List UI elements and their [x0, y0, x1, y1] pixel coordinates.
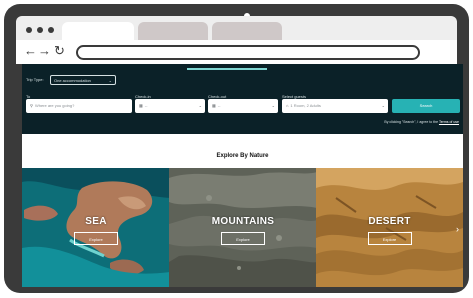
- desert-card-title: DESERT: [368, 216, 411, 227]
- window-dot[interactable]: [37, 27, 43, 33]
- window-dot[interactable]: [26, 27, 32, 33]
- destination-input[interactable]: ⚲ Where are you going?: [26, 99, 132, 113]
- search-hero: Trip Type: One accommodation ⌄ To ⚲ Where…: [22, 64, 463, 134]
- mountains-image: [169, 168, 317, 287]
- browser-navbar: ← → ↻: [16, 40, 457, 64]
- chevron-right-icon[interactable]: ›: [456, 224, 459, 234]
- sea-image: [22, 168, 170, 287]
- chevron-down-icon: ⌄: [381, 103, 385, 108]
- terms-notice: By clicking "Search", I agree to the Ter…: [384, 120, 459, 124]
- mountains-card-title: MOUNTAINS: [211, 216, 275, 227]
- guests-select[interactable]: ⌂ 1 Room, 2 Adults ⌄: [282, 99, 388, 113]
- mountains-explore-button[interactable]: Explore: [221, 232, 265, 245]
- search-button[interactable]: Search: [392, 99, 460, 113]
- checkout-value: --: [217, 103, 221, 108]
- sea-explore-button[interactable]: Explore: [74, 232, 118, 245]
- desert-card[interactable]: DESERT Explore ›: [316, 168, 463, 287]
- checkin-value: --: [144, 103, 148, 108]
- trip-type-select[interactable]: One accommodation ⌄: [50, 75, 116, 85]
- calendar-icon: ▦: [139, 103, 143, 108]
- window-dot[interactable]: [48, 27, 54, 33]
- hero-accent-line: [187, 68, 267, 70]
- trip-type-label: Trip Type:: [26, 77, 44, 82]
- desert-explore-button[interactable]: Explore: [367, 232, 412, 245]
- checkin-input[interactable]: ▦ -- ⌄: [135, 99, 205, 113]
- browser-tab[interactable]: [212, 22, 282, 40]
- chevron-down-icon: ⌄: [271, 103, 275, 108]
- sea-card[interactable]: SEA Explore: [22, 168, 170, 287]
- address-bar[interactable]: [76, 45, 420, 60]
- web-page: Trip Type: One accommodation ⌄ To ⚲ Where…: [22, 64, 463, 287]
- bed-icon: ⌂: [286, 103, 289, 108]
- reload-icon[interactable]: ↻: [54, 43, 65, 59]
- nature-cards: SEA Explore MOUNTAINS Explore DESERT Exp…: [22, 168, 463, 287]
- terms-text: By clicking "Search", I agree to the: [384, 120, 439, 124]
- browser-tab[interactable]: [138, 22, 208, 40]
- sea-card-title: SEA: [85, 216, 107, 227]
- window-controls: [26, 27, 54, 33]
- chevron-down-icon: ⌄: [198, 103, 202, 108]
- forward-arrow-icon[interactable]: →: [38, 43, 51, 59]
- explore-title: Explore By Nature: [216, 153, 269, 159]
- desert-image: [316, 168, 463, 287]
- browser-tab-active[interactable]: [62, 22, 134, 40]
- location-pin-icon: ⚲: [30, 103, 33, 108]
- checkout-input[interactable]: ▦ -- ⌄: [208, 99, 278, 113]
- terms-link[interactable]: Terms of use: [439, 120, 459, 124]
- calendar-icon: ▦: [212, 103, 216, 108]
- back-arrow-icon[interactable]: ←: [24, 43, 37, 59]
- trip-type-value: One accommodation: [54, 78, 91, 83]
- guests-value: 1 Room, 2 Adults: [290, 103, 321, 108]
- mountains-card[interactable]: MOUNTAINS Explore: [169, 168, 317, 287]
- chevron-down-icon: ⌄: [108, 78, 112, 83]
- destination-placeholder: Where are you going?: [34, 103, 75, 108]
- browser-chrome: ← → ↻: [16, 16, 457, 64]
